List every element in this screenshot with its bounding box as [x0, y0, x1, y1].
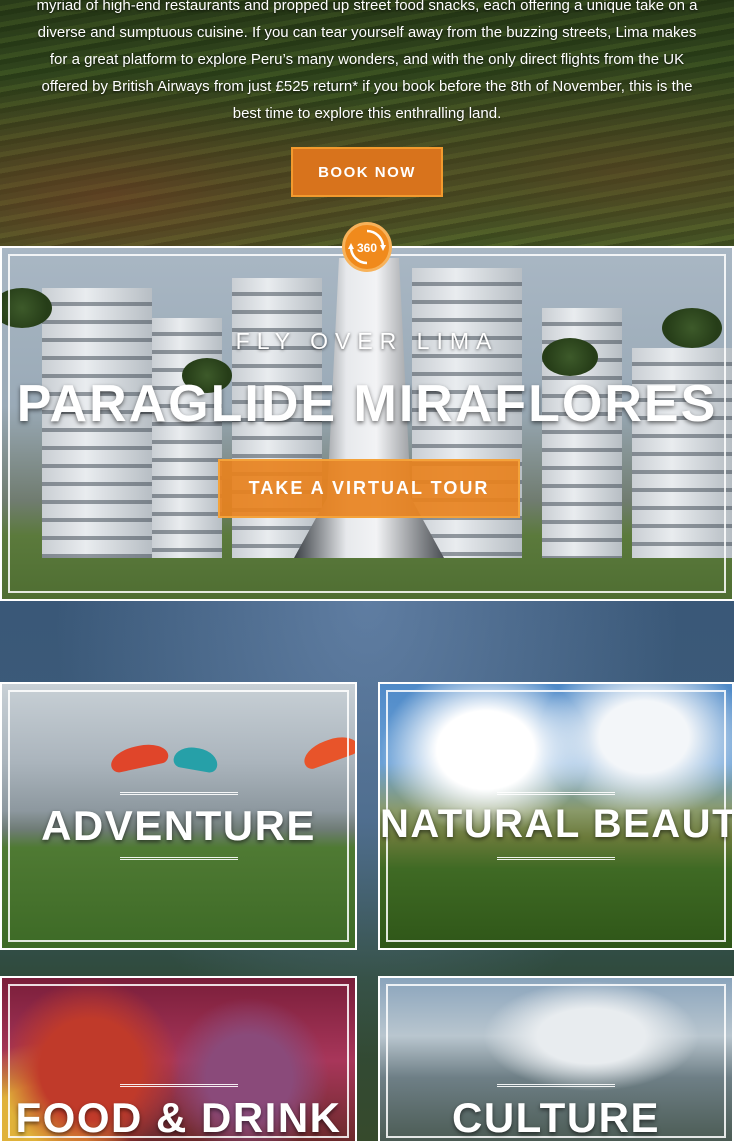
tile-rule-top [497, 792, 615, 795]
360-rotate-icon: 360 [348, 229, 386, 265]
tile-rule-bottom [497, 857, 615, 860]
tile-adventure[interactable]: ADVENTURE [0, 682, 357, 950]
tile-label-food-drink: FOOD & DRINK [15, 1094, 342, 1141]
hero-subtitle: FLY OVER LIMA [235, 328, 499, 354]
tile-rule-top [119, 792, 238, 795]
tile-natural-beauty[interactable]: NATURAL BEAUTY [378, 682, 734, 950]
badge-360-label: 360 [357, 241, 377, 255]
tile-culture[interactable]: CULTURE [378, 976, 734, 1141]
tile-label-natural-beauty: NATURAL BEAUTY [380, 802, 734, 846]
tile-food-drink[interactable]: FOOD & DRINK [0, 976, 357, 1141]
tile-label-culture: CULTURE [451, 1094, 661, 1141]
paraglide-hero: FLY OVER LIMA PARAGLIDE MIRAFLORES TAKE … [0, 246, 734, 601]
intro-section: myriad of high-end restaurants and propp… [0, 0, 734, 246]
hero-title: PARAGLIDE MIRAFLORES [16, 375, 718, 433]
intro-paragraph: myriad of high-end restaurants and propp… [36, 0, 698, 122]
tile-rule-top [497, 1084, 615, 1087]
virtual-tour-button[interactable]: TAKE A VIRTUAL TOUR [218, 459, 520, 518]
tile-label-adventure: ADVENTURE [41, 802, 316, 849]
360-badge[interactable]: 360 [342, 222, 392, 272]
tile-rule-top [119, 1084, 238, 1087]
tile-rule-bottom [119, 857, 238, 860]
book-now-button[interactable]: BOOK NOW [291, 147, 443, 197]
